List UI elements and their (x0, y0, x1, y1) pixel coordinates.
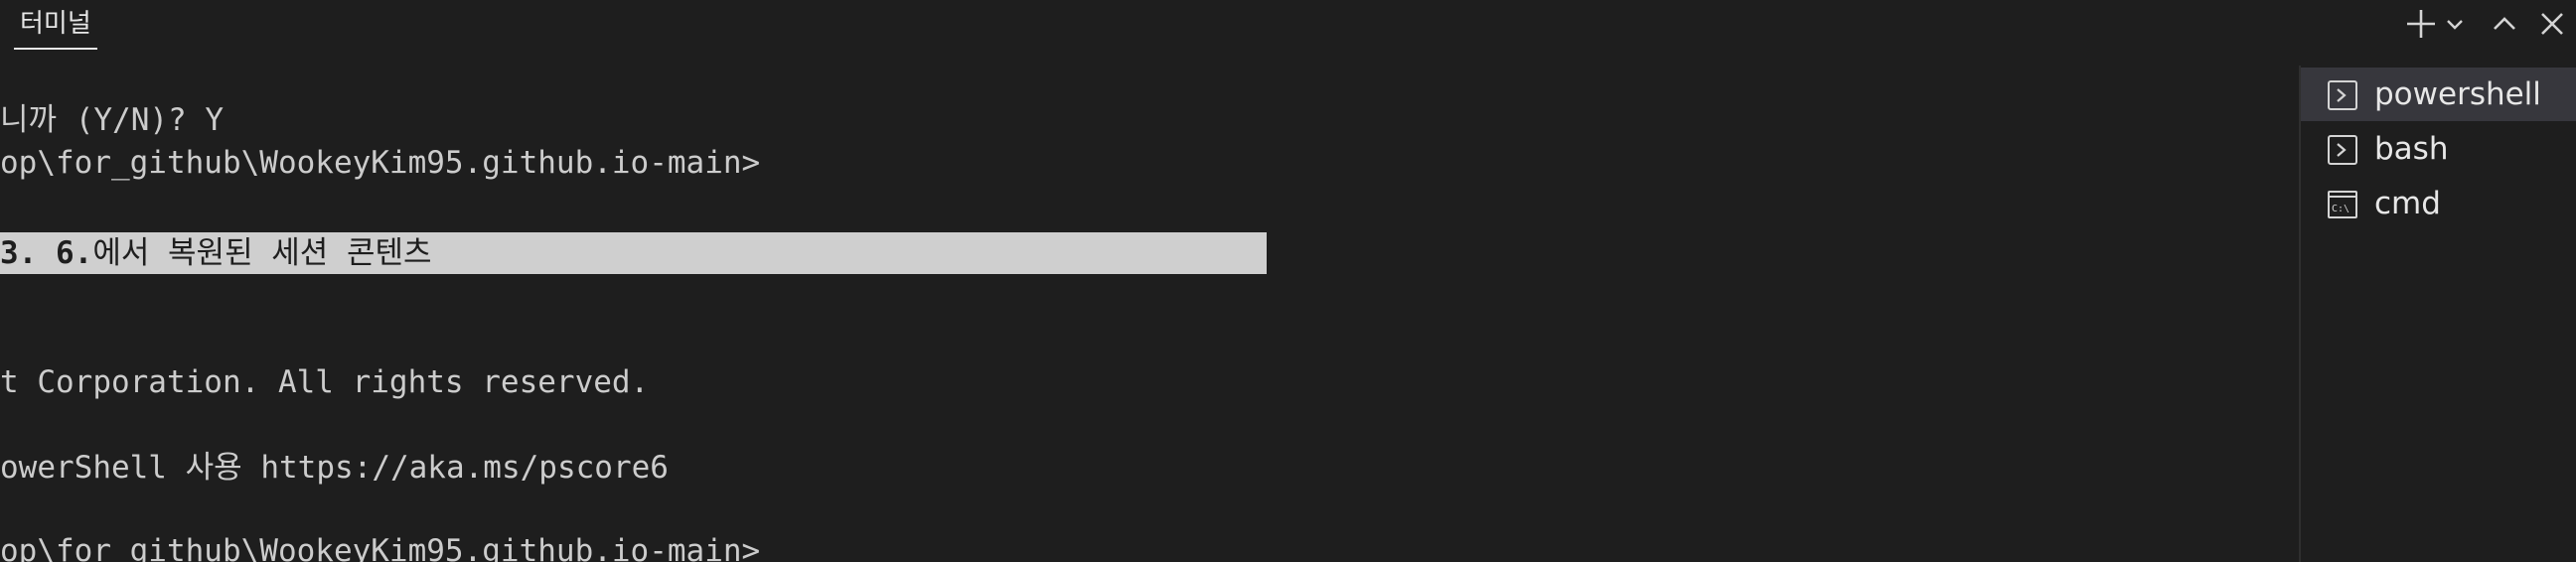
panel-header: 터미널 (0, 0, 2576, 56)
chevron-down-icon (2447, 20, 2463, 30)
chevron-up-icon (2494, 17, 2515, 30)
terminal-prompt-icon (2327, 79, 2358, 111)
terminal-item-bash[interactable]: bash (2301, 122, 2576, 176)
output-line: owerShell 사용 https://aka.ms/pscore6 (0, 450, 669, 486)
launch-profile-button[interactable] (2441, 4, 2469, 44)
terminal-panel: 터미널 니까 (Y/N)? Y op\for_github\WookeyKim9… (0, 0, 2576, 562)
restored-session-banner: 3. 6.에서 복원된 세션 콘텐츠 (0, 232, 1267, 274)
terminal-item-cmd[interactable]: C:\ cmd (2301, 177, 2576, 230)
output-line: 니까 (Y/N)? Y (0, 102, 225, 138)
terminal-item-powershell[interactable]: powershell (2301, 68, 2576, 121)
cmd-icon: C:\ (2327, 189, 2358, 220)
svg-text:C:\: C:\ (2332, 204, 2349, 214)
terminal-output[interactable]: 니까 (Y/N)? Y op\for_github\WookeyKim95.gi… (0, 56, 2295, 562)
close-icon (2541, 13, 2563, 35)
close-panel-button[interactable] (2532, 4, 2572, 44)
terminal-prompt-icon (2327, 134, 2358, 166)
terminal-item-label: powershell (2374, 76, 2541, 112)
tab-terminal[interactable]: 터미널 (14, 6, 97, 50)
output-line: op\for_github\WookeyKim95.github.io-main… (0, 533, 761, 562)
output-line: t Corporation. All rights reserved. (0, 364, 650, 400)
terminal-item-label: bash (2374, 131, 2449, 167)
new-terminal-button[interactable] (2401, 4, 2441, 44)
terminal-item-label: cmd (2374, 186, 2441, 221)
restored-text: 에서 복원된 세션 콘텐츠 (92, 235, 432, 271)
restored-date: 3. 6. (0, 235, 93, 271)
plus-icon (2407, 10, 2435, 38)
terminal-list: powershell bash C:\ cmd (2301, 66, 2576, 562)
maximize-panel-button[interactable] (2485, 4, 2524, 44)
output-line: op\for_github\WookeyKim95.github.io-main… (0, 145, 761, 181)
